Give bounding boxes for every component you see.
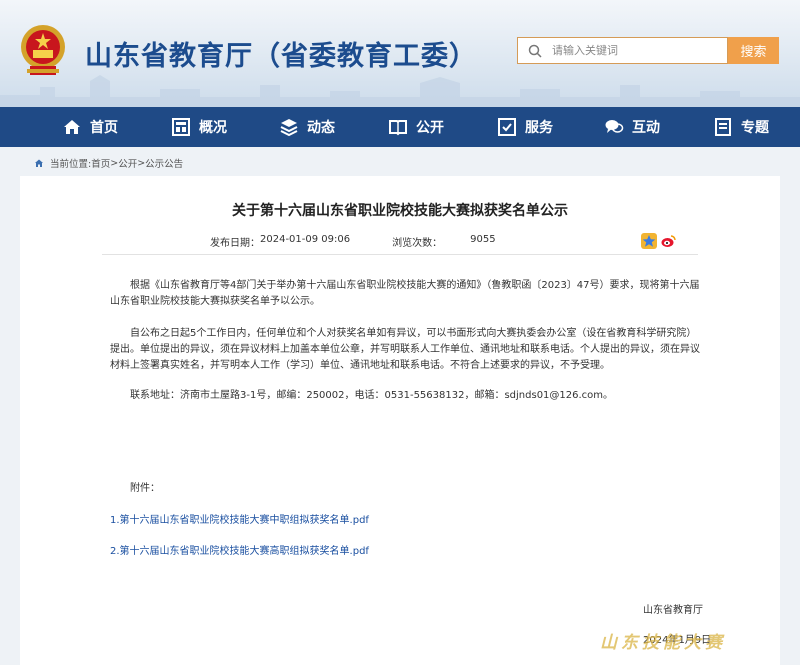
qzone-share-icon[interactable] xyxy=(641,233,657,249)
attachment-link[interactable]: 2.第十六届山东省职业院校技能大赛高职组拟获奖名单.pdf xyxy=(110,542,369,557)
home-icon xyxy=(64,120,80,134)
breadcrumb-notices[interactable]: 公示公告 xyxy=(145,156,183,170)
nav-label: 概况 xyxy=(199,120,227,136)
breadcrumb-separator: > xyxy=(137,157,146,169)
attachment-link[interactable]: 1.第十六届山东省职业院校技能大赛中职组拟获奖名单.pdf xyxy=(110,511,369,526)
views-count: 9055 xyxy=(470,234,496,245)
search-box[interactable] xyxy=(517,37,728,64)
nav-label: 互动 xyxy=(632,120,660,136)
breadcrumb-prefix: 当前位置: xyxy=(50,159,92,170)
breadcrumb: 当前位置: 首页 > 公开 > 公示公告 xyxy=(34,156,183,170)
service-icon xyxy=(498,118,516,136)
nav-item-public[interactable]: 公开 xyxy=(388,107,444,147)
skyline-decoration xyxy=(0,75,800,107)
watermark-text: 山东技能大赛 xyxy=(600,633,726,653)
site-header: 山东省教育厅（省委教育工委） 搜索 xyxy=(0,0,800,107)
site-title: 山东省教育厅（省委教育工委） xyxy=(85,41,477,72)
nav-item-service[interactable]: 服务 xyxy=(497,107,553,147)
nav-item-overview[interactable]: 概况 xyxy=(171,107,227,147)
breadcrumb-home[interactable]: 首页 xyxy=(91,156,110,170)
article-container: 关于第十六届山东省职业院校技能大赛拟获奖名单公示 发布日期： 2024-01-0… xyxy=(20,176,780,665)
breadcrumb-public[interactable]: 公开 xyxy=(118,156,137,170)
national-emblem-icon xyxy=(21,25,65,75)
article-title: 关于第十六届山东省职业院校技能大赛拟获奖名单公示 xyxy=(232,203,568,219)
breadcrumb-separator: > xyxy=(110,157,119,169)
topic-icon xyxy=(715,118,731,136)
nav-item-home[interactable]: 首页 xyxy=(62,107,118,147)
nav-item-interact[interactable]: 互动 xyxy=(604,107,660,147)
search-icon xyxy=(528,44,542,58)
overview-icon xyxy=(172,118,190,136)
search-input[interactable] xyxy=(550,43,724,58)
nav-item-news[interactable]: 动态 xyxy=(279,107,335,147)
nav-label: 公开 xyxy=(416,120,444,136)
signature: 山东省教育厅 xyxy=(643,605,703,616)
nav-item-topic[interactable]: 专题 xyxy=(713,107,769,147)
breadcrumb-home-icon xyxy=(35,159,43,167)
article-paragraph: 根据《山东省教育厅等4部门关于举办第十六届山东省职业院校技能大赛的通知》（鲁教职… xyxy=(110,280,700,307)
publish-date: 2024-01-09 09:06 xyxy=(260,234,351,245)
search-button[interactable]: 搜索 xyxy=(728,37,779,64)
contact-info: 联系地址：济南市土屋路3-1号，邮编：250002，电话：0531-556381… xyxy=(130,390,614,401)
views-label: 浏览次数： xyxy=(392,238,443,249)
attachments-label: 附件： xyxy=(130,483,160,494)
article-paragraph: 自公布之日起5个工作日内，任何单位和个人对获奖名单如有异议，可以书面形式向大赛执… xyxy=(110,328,700,371)
nav-label: 首页 xyxy=(90,120,118,136)
weibo-share-icon[interactable] xyxy=(660,233,676,249)
main-nav: 首页 概况 动态 公开 服务 互动 专题 xyxy=(0,107,800,147)
meta-divider xyxy=(102,254,698,255)
nav-label: 专题 xyxy=(741,120,769,136)
nav-label: 服务 xyxy=(525,120,553,136)
article-meta: 发布日期： 2024-01-09 09:06 浏览次数： 9055 xyxy=(210,234,496,249)
news-icon xyxy=(280,119,298,137)
nav-label: 动态 xyxy=(307,120,335,136)
share-buttons xyxy=(641,233,679,249)
publish-label: 发布日期： xyxy=(210,238,260,249)
chat-icon xyxy=(605,120,624,133)
book-icon xyxy=(389,120,407,136)
